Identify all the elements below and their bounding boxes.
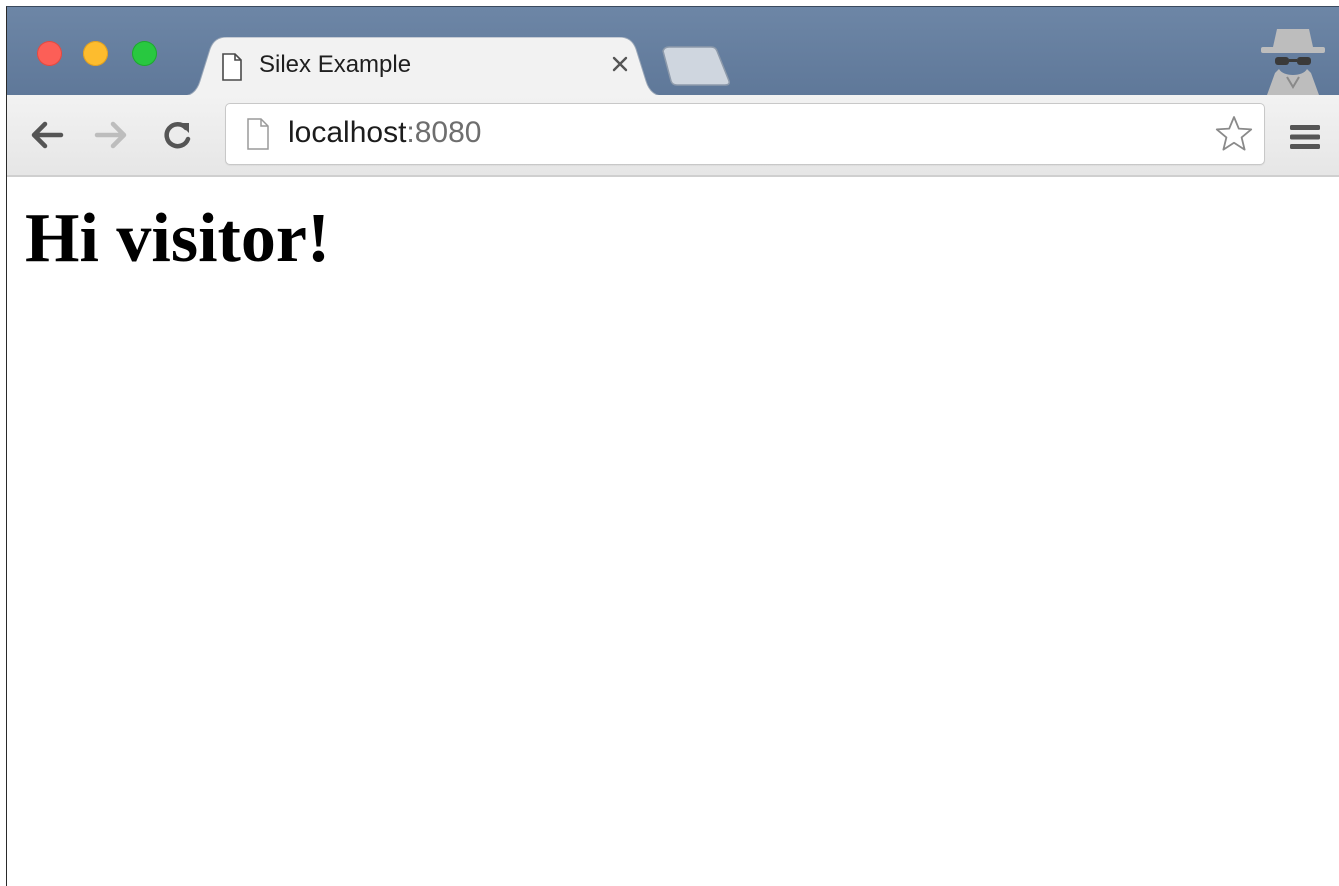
document-icon	[222, 53, 242, 81]
arrow-right-icon[interactable]	[91, 117, 131, 153]
zoom-window-button[interactable]	[132, 41, 157, 66]
arrow-left-icon[interactable]	[27, 117, 67, 153]
document-icon	[247, 118, 269, 150]
page-heading: Hi visitor!	[25, 200, 331, 277]
page-content: Hi visitor!	[7, 177, 1339, 886]
close-icon[interactable]	[609, 53, 631, 75]
tab-title: Silex Example	[259, 51, 412, 78]
tab-silex-example[interactable]: Silex Example	[177, 37, 669, 97]
browser-window: Silex Example localhost:8080 Hi visitor!	[6, 6, 1339, 886]
title-bar: Silex Example	[7, 7, 1339, 97]
url-port: :8080	[406, 116, 482, 149]
hamburger-menu-icon[interactable]	[1287, 121, 1323, 153]
tab-background	[177, 37, 669, 97]
close-window-button[interactable]	[37, 41, 62, 66]
new-tab-icon[interactable]	[655, 45, 733, 87]
minimize-window-button[interactable]	[83, 41, 108, 66]
browser-toolbar: localhost:8080	[7, 95, 1339, 177]
url-text[interactable]: localhost:8080	[288, 116, 481, 150]
url-host: localhost	[288, 116, 407, 149]
reload-icon[interactable]	[157, 117, 197, 153]
star-icon[interactable]	[1214, 114, 1254, 154]
address-bar[interactable]: localhost:8080	[225, 103, 1265, 165]
incognito-icon	[1261, 29, 1325, 95]
